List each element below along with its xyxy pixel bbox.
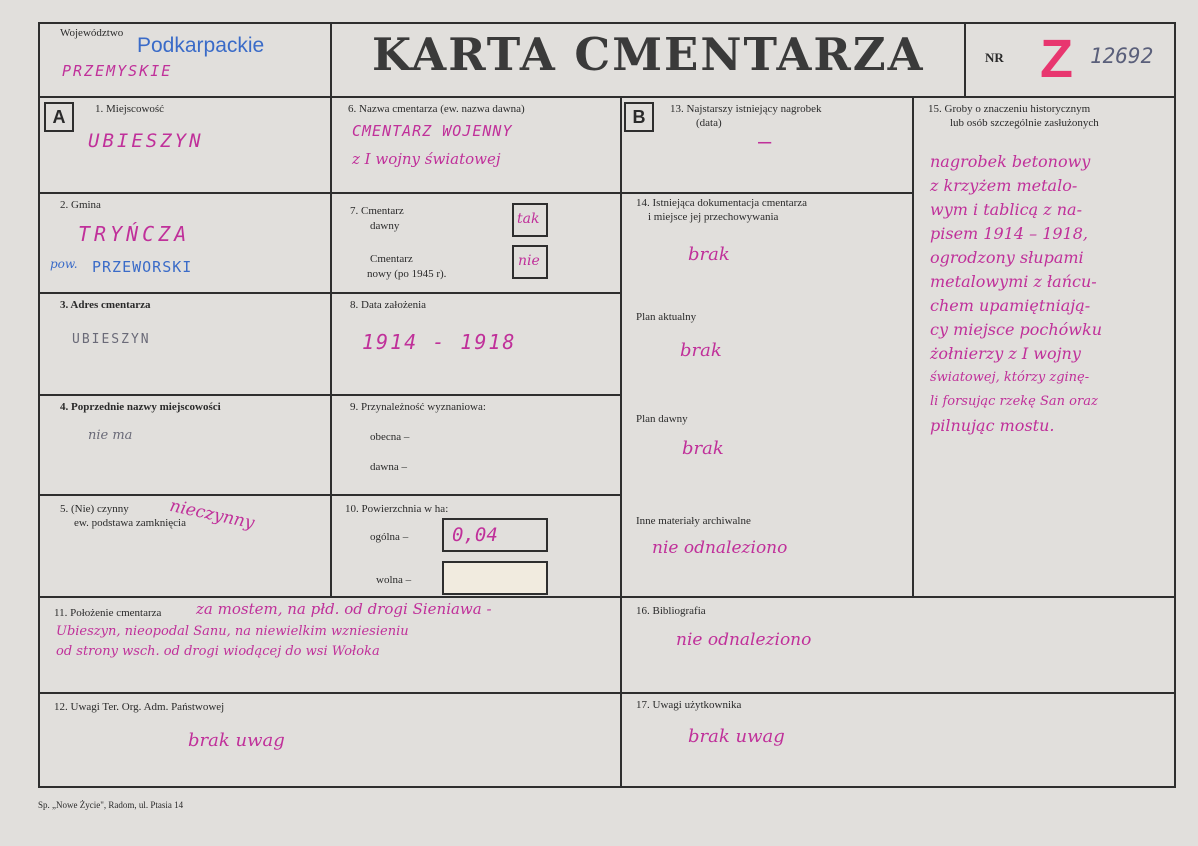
field-1-value: UBIESZYN: [88, 130, 204, 152]
field-15-line: chem upamiętniają-: [930, 296, 1091, 315]
field-9-label: 9. Przynależność wyznaniowa:: [350, 401, 486, 413]
field-15-line: żołnierzy z I wojny: [930, 344, 1081, 363]
field-15-line: metalowymi z łańcu-: [930, 272, 1097, 291]
field-15-line: nagrobek betonowy: [930, 152, 1091, 171]
wojewodztwo-label: Województwo: [60, 27, 124, 39]
field-10-wolna-box: [442, 561, 548, 595]
field-10-ogolna: ogólna –: [370, 531, 409, 543]
field-15-line: wym i tablicą z na-: [930, 200, 1082, 219]
field-3-label: 3. Adres cmentarza: [60, 299, 151, 311]
field-2-pow: pow.: [50, 257, 78, 271]
field-15-line: li forsując rzekę San oraz: [930, 394, 1098, 409]
field-7-dawny-value: tak: [517, 211, 540, 227]
printer-footer: Sp. „Nowe Życie", Radom, ul. Ptasia 14: [38, 800, 184, 810]
field-17-label: 17. Uwagi użytkownika: [636, 699, 742, 711]
field-14-value: brak: [688, 244, 730, 265]
field-14-label-2: i miejsce jej przechowywania: [648, 211, 779, 223]
field-11-line-2: Ubieszyn, nieopodal Sanu, na niewielkim …: [56, 624, 409, 639]
field-9-dawna: dawna –: [370, 461, 407, 473]
field-13-label-2: (data): [696, 117, 722, 129]
field-10-label: 10. Powierzchnia w ha:: [345, 503, 449, 515]
field-9-obecna: obecna –: [370, 431, 410, 443]
field-2-stamp: PRZEWORSKI: [92, 258, 193, 276]
field-3-value: UBIESZYN: [72, 332, 151, 347]
field-4-value: nie ma: [88, 428, 133, 443]
field-14-label-1: 14. Istniejąca dokumentacja cmentarza: [636, 197, 808, 209]
field-11-line-3: od strony wsch. od drogi wiodącej do wsi…: [56, 644, 380, 659]
field-7-label: 7. Cmentarz: [350, 205, 404, 217]
inne-materialy-value: nie odnaleziono: [652, 538, 788, 558]
field-15-line: ogrodzony słupami: [930, 248, 1084, 267]
cemetery-card: Województwo Podkarpackie PRZEMYSKIE KART…: [0, 0, 1198, 846]
field-15-value: nagrobek betonowy z krzyżem metalo- wym …: [930, 150, 1102, 438]
field-8-value: 1914 - 1918: [362, 330, 517, 354]
card-title: KARTA CMENTARZA: [372, 28, 925, 81]
section-b-marker: B: [624, 102, 654, 132]
field-7-nowy-1: Cmentarz: [370, 253, 413, 265]
field-7-dawny: dawny: [370, 220, 400, 232]
plan-aktualny-label: Plan aktualny: [636, 311, 697, 323]
field-11-line-1: za mostem, na płd. od drogi Sieniawa -: [196, 600, 492, 618]
field-5-label-1: 5. (Nie) czynny: [60, 503, 129, 515]
field-11-label: 11. Położenie cmentarza: [54, 607, 162, 619]
field-2-value: TRYŃCZA: [78, 222, 191, 246]
field-10-ogolna-value: 0,04: [452, 524, 498, 546]
field-15-label-1: 15. Groby o znaczeniu historycznym: [928, 103, 1091, 115]
field-17-value: brak uwag: [688, 726, 785, 747]
field-15-line: pisem 1914 – 1918,: [930, 224, 1088, 243]
field-12-label: 12. Uwagi Ter. Org. Adm. Państwowej: [54, 701, 225, 713]
field-15-line: z krzyżem metalo-: [930, 176, 1078, 195]
field-15-label-2: lub osób szczególnie zasłużonych: [950, 117, 1099, 129]
field-7-nowy-2: nowy (po 1945 r).: [367, 268, 447, 280]
nr-label: NR: [985, 50, 1004, 65]
field-7-nowy-value: nie: [518, 253, 540, 269]
nr-number: 12692: [1090, 44, 1154, 68]
field-6-label: 6. Nazwa cmentarza (ew. nazwa dawna): [348, 103, 525, 115]
field-16-label: 16. Bibliografia: [636, 605, 706, 617]
field-13-value: –: [758, 130, 772, 155]
plan-aktualny-value: brak: [680, 340, 722, 361]
field-1-label: 1. Miejscowość: [95, 103, 165, 115]
field-15-line: światowej, którzy zginę-: [930, 370, 1090, 385]
inne-materialy-label: Inne materiały archiwalne: [636, 515, 751, 527]
field-16-value: nie odnaleziono: [676, 630, 812, 650]
field-5-label-2: ew. podstawa zamknięcia: [74, 517, 186, 529]
field-15-line: pilnując mostu.: [930, 416, 1055, 435]
nr-letter: Z: [1040, 29, 1073, 89]
field-2-label: 2. Gmina: [60, 199, 101, 211]
field-8-label: 8. Data założenia: [350, 299, 427, 311]
field-15-line: cy miejsce pochówku: [930, 320, 1102, 339]
section-a-marker: A: [44, 102, 74, 132]
wojewodztwo-stamp: Podkarpackie: [137, 34, 265, 57]
field-12-value: brak uwag: [188, 730, 285, 751]
field-6-value-2: z I wojny światowej: [352, 150, 501, 168]
field-6-value-1: CMENTARZ WOJENNY: [352, 122, 513, 140]
field-4-label: 4. Poprzednie nazwy miejscowości: [60, 401, 221, 413]
wojewodztwo-handwritten: PRZEMYSKIE: [62, 62, 173, 80]
plan-dawny-label: Plan dawny: [636, 413, 688, 425]
field-10-wolna: wolna –: [376, 574, 412, 586]
field-13-label-1: 13. Najstarszy istniejący nagrobek: [670, 103, 822, 115]
plan-dawny-value: brak: [682, 438, 724, 459]
